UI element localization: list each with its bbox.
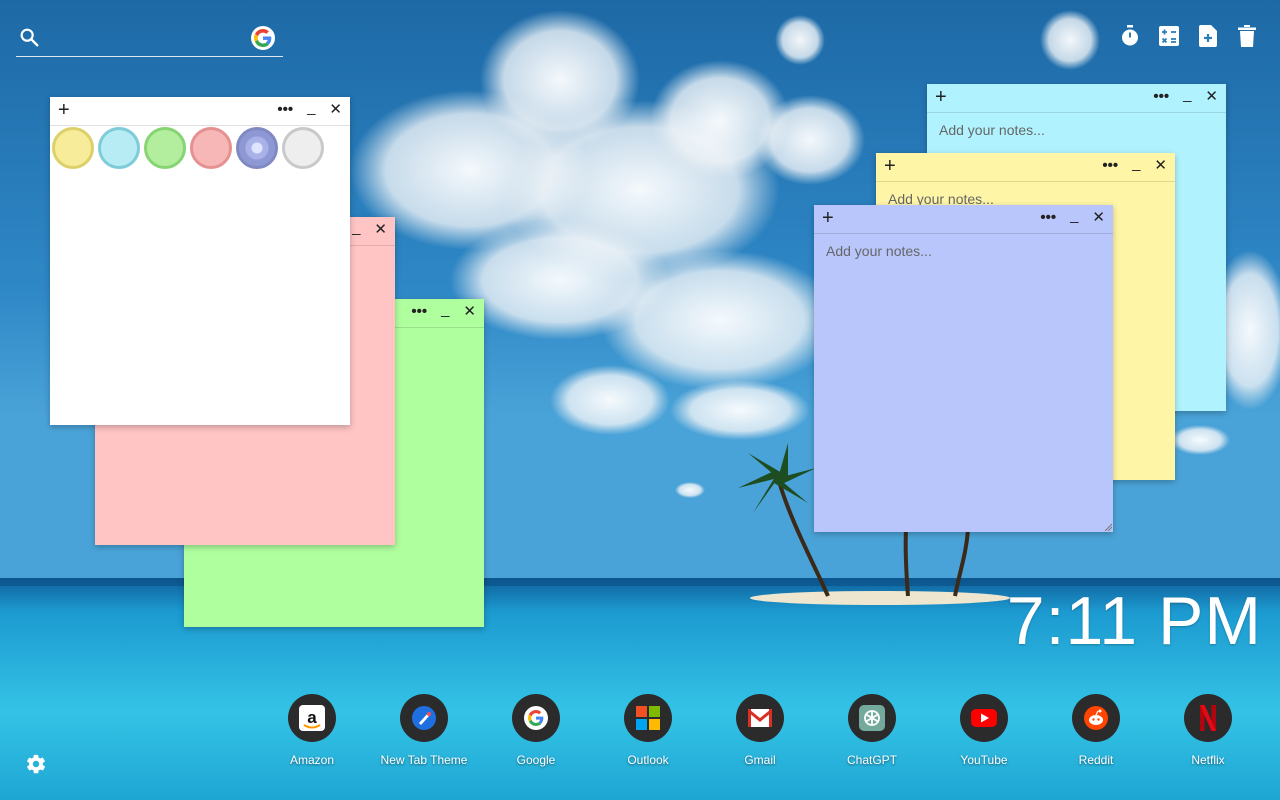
search-bar: [16, 22, 283, 57]
shortcut-google[interactable]: Google: [480, 694, 592, 767]
close-button[interactable]: ✕: [1154, 156, 1167, 176]
more-options-button[interactable]: •••: [411, 302, 427, 322]
trash-icon[interactable]: [1236, 24, 1258, 48]
minimize-button[interactable]: _: [1070, 206, 1078, 226]
add-note-button[interactable]: +: [58, 99, 70, 121]
shortcut-label: Reddit: [1078, 753, 1114, 767]
close-button[interactable]: ✕: [463, 302, 476, 322]
resize-handle[interactable]: [1104, 523, 1112, 531]
shortcut-chatgpt[interactable]: ChatGPT: [816, 694, 928, 767]
shortcut-label: ChatGPT: [846, 753, 897, 767]
shortcut-label: YouTube: [960, 753, 1008, 767]
svg-text:a: a: [307, 708, 317, 727]
chatgpt-icon: [848, 694, 896, 742]
shortcut-gmail[interactable]: Gmail: [704, 694, 816, 767]
note-titlebar: + ••• _ ✕: [876, 153, 1175, 182]
shortcut-label: Google: [516, 753, 556, 767]
minimize-button[interactable]: _: [307, 98, 315, 118]
note-titlebar: + ••• _ ✕: [927, 84, 1226, 113]
shortcut-label: Amazon: [289, 753, 335, 767]
shortcut-reddit[interactable]: Reddit: [1040, 694, 1152, 767]
note-titlebar: + ••• _ ✕: [814, 205, 1113, 234]
color-swatch[interactable]: [190, 127, 232, 169]
minimize-button[interactable]: _: [352, 218, 360, 238]
youtube-icon: [960, 694, 1008, 742]
color-swatch[interactable]: [52, 127, 94, 169]
settings-gear-icon[interactable]: [25, 753, 47, 775]
shortcut-amazon[interactable]: a Amazon: [256, 694, 368, 767]
more-options-button[interactable]: •••: [1153, 87, 1169, 107]
color-swatch[interactable]: [144, 127, 186, 169]
color-swatch[interactable]: [98, 127, 140, 169]
shortcut-netflix[interactable]: Netflix: [1152, 694, 1264, 767]
shortcut-label: Outlook: [627, 753, 669, 767]
shortcut-label: Netflix: [1191, 753, 1225, 767]
google-icon: [512, 694, 560, 742]
close-button[interactable]: ✕: [1092, 208, 1105, 228]
shortcut-outlook[interactable]: Outlook: [592, 694, 704, 767]
reddit-icon: [1072, 694, 1120, 742]
minimize-button[interactable]: _: [441, 300, 449, 320]
google-search-engine-icon[interactable]: [251, 26, 275, 50]
new-note-icon[interactable]: [1197, 24, 1219, 48]
close-button[interactable]: ✕: [329, 100, 342, 120]
gmail-icon: [736, 694, 784, 742]
add-note-button[interactable]: +: [884, 155, 896, 177]
shortcut-label: New Tab Theme: [380, 753, 468, 767]
more-options-button[interactable]: •••: [1102, 156, 1118, 176]
color-swatch[interactable]: [282, 127, 324, 169]
shortcut-dock: a Amazon New Tab Theme Google Outlook Gm…: [256, 694, 1280, 774]
note-textarea[interactable]: [824, 241, 1107, 526]
note-titlebar: + ••• _ ✕: [50, 97, 350, 126]
search-input[interactable]: [48, 26, 252, 52]
clock: 7:11 PM: [1006, 583, 1262, 659]
add-note-button[interactable]: +: [822, 207, 834, 229]
shortcut-new-tab-theme[interactable]: New Tab Theme: [368, 694, 480, 767]
color-picker: [52, 127, 324, 169]
close-button[interactable]: ✕: [1205, 87, 1218, 107]
netflix-icon: [1184, 694, 1232, 742]
search-icon[interactable]: [18, 26, 40, 48]
calculator-icon[interactable]: [1158, 24, 1180, 48]
add-note-button[interactable]: +: [935, 86, 947, 108]
timer-icon[interactable]: [1119, 24, 1141, 48]
sticky-note-white: + ••• _ ✕: [50, 97, 350, 425]
outlook-icon: [624, 694, 672, 742]
shortcut-youtube[interactable]: YouTube: [928, 694, 1040, 767]
toolbar: [1119, 24, 1258, 48]
sticky-note-blue: + ••• _ ✕: [814, 205, 1113, 532]
minimize-button[interactable]: _: [1132, 154, 1140, 174]
close-button[interactable]: ✕: [374, 220, 387, 240]
amazon-icon: a: [288, 694, 336, 742]
more-options-button[interactable]: •••: [1040, 208, 1056, 228]
shortcut-label: Gmail: [744, 753, 776, 767]
color-swatch[interactable]: [236, 127, 278, 169]
more-options-button[interactable]: •••: [277, 100, 293, 120]
new-tab-theme-icon: [400, 694, 448, 742]
minimize-button[interactable]: _: [1183, 85, 1191, 105]
